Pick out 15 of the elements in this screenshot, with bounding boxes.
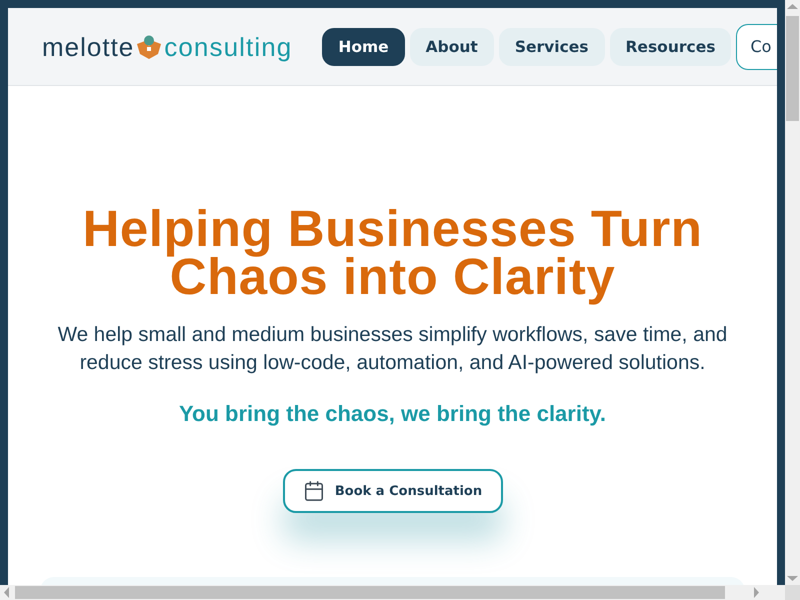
hero-tagline: You bring the chaos, we bring the clarity. [178, 402, 606, 426]
scrollbar-corner [785, 585, 800, 600]
logo-icon [136, 34, 162, 60]
calendar-icon [302, 480, 325, 502]
nav-link[interactable]: About [410, 28, 494, 66]
logo-wordmark: melotte [42, 34, 134, 60]
nav-link[interactable]: Co [736, 24, 777, 70]
nav-link[interactable]: Services [498, 28, 604, 66]
scrollbar-thumb[interactable] [15, 586, 725, 599]
book-consultation-button[interactable]: Book a Consultation [282, 469, 502, 513]
scrollbar-thumb[interactable] [786, 16, 799, 121]
nav-link[interactable]: Resources [610, 28, 732, 66]
hero-subtitle: We help small and medium businesses simplify workflows, save time, and reduce stress using low-code, automation, and AI-powered solutions. [56, 322, 728, 376]
logo-wordmark: consulting [164, 34, 292, 60]
nav-link[interactable]: Home [322, 28, 405, 66]
